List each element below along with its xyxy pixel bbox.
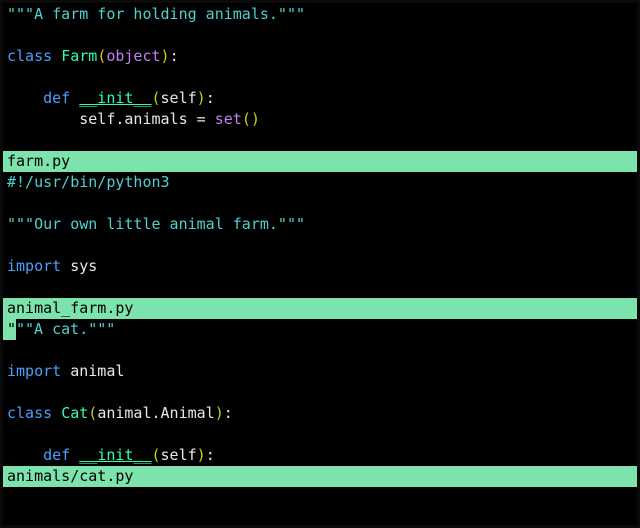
code-line[interactable]: import sys xyxy=(3,256,637,277)
buffer-filename: farm.py xyxy=(7,152,70,170)
code-line[interactable]: """Our own little animal farm.""" xyxy=(3,214,637,235)
code-line[interactable] xyxy=(3,193,637,214)
code-line[interactable] xyxy=(3,340,637,361)
code-line[interactable]: import animal xyxy=(3,361,637,382)
code-line[interactable] xyxy=(3,382,637,403)
code-line[interactable]: class Cat(animal.Animal): xyxy=(3,403,637,424)
code-line[interactable]: """A cat.""" xyxy=(3,319,637,340)
code-line[interactable]: class Farm(object): xyxy=(3,46,637,67)
code-line[interactable]: def __init__(self): xyxy=(3,445,637,466)
status-bar: animal_farm.py xyxy=(3,298,637,319)
code-line[interactable]: self.animals = set() xyxy=(3,109,637,130)
code-line[interactable]: """A farm for holding animals.""" xyxy=(3,4,637,25)
code-line[interactable] xyxy=(3,235,637,256)
cursor: " xyxy=(3,319,16,340)
code-line[interactable] xyxy=(3,130,637,151)
editor-viewport[interactable]: """A farm for holding animals.""" class … xyxy=(0,0,640,528)
code-line[interactable] xyxy=(3,25,637,46)
status-bar: farm.py xyxy=(3,151,637,172)
code-line[interactable] xyxy=(3,424,637,445)
buffer-filename: animals/cat.py xyxy=(7,467,133,485)
code-line[interactable]: #!/usr/bin/python3 xyxy=(3,172,637,193)
code-line[interactable]: def __init__(self): xyxy=(3,88,637,109)
status-bar: animals/cat.py xyxy=(3,466,637,487)
buffer-filename: animal_farm.py xyxy=(7,299,133,317)
code-line[interactable] xyxy=(3,67,637,88)
code-line[interactable] xyxy=(3,277,637,298)
